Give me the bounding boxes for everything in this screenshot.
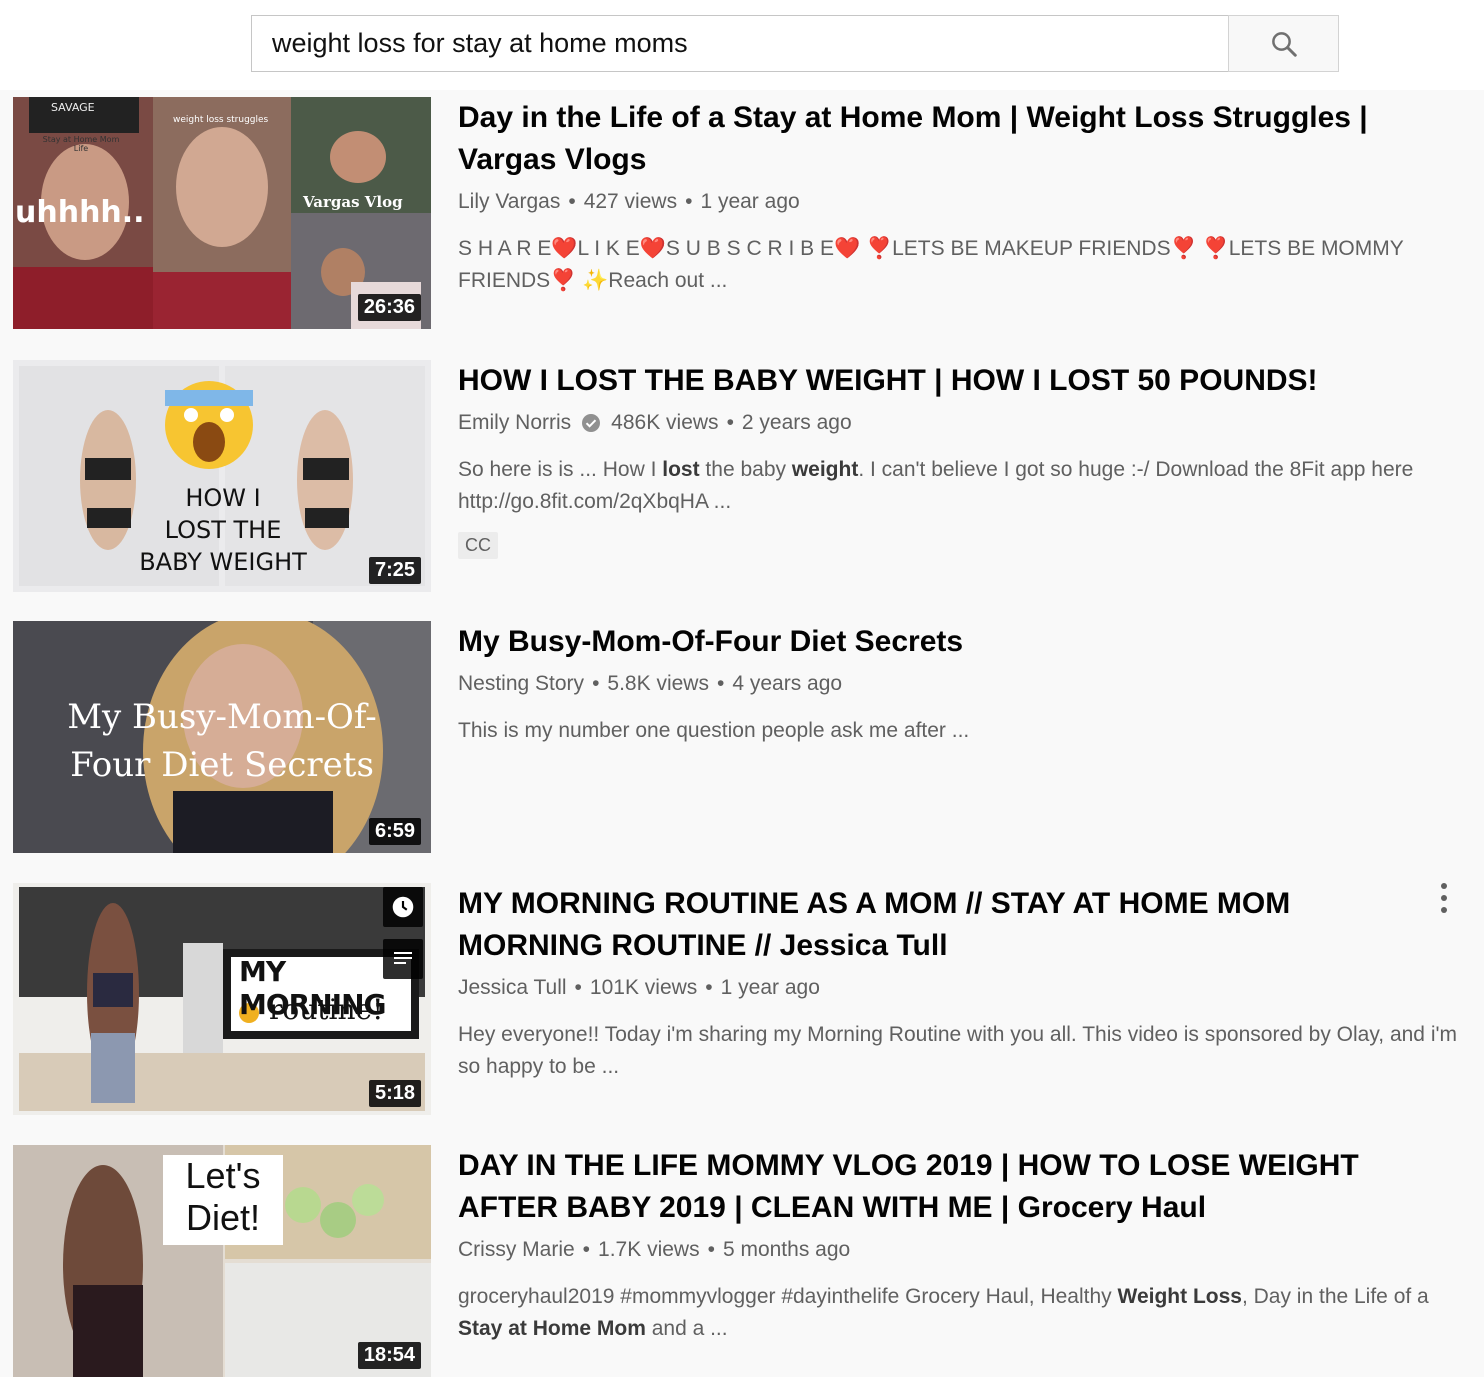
- video-thumbnail[interactable]: MY MORNING routine! 5:18: [13, 883, 431, 1115]
- thumbnail-caption: Stay at Home Mom Life: [42, 135, 120, 153]
- search-input[interactable]: weight loss for stay at home moms: [251, 15, 1230, 72]
- more-vert-icon[interactable]: [1434, 883, 1454, 913]
- video-duration: 26:36: [357, 294, 421, 321]
- video-title[interactable]: My Busy-Mom-Of-Four Diet Secrets: [458, 621, 1468, 663]
- meta-separator: •: [685, 190, 693, 213]
- view-count: 101K views: [589, 976, 698, 999]
- search-icon: [1271, 31, 1297, 57]
- meta-separator: •: [726, 411, 734, 434]
- channel-name[interactable]: Emily Norris: [458, 408, 571, 438]
- closed-captions-badge: CC: [458, 532, 498, 559]
- video-info: MY MORNING ROUTINE AS A MOM // STAY AT H…: [458, 883, 1468, 1083]
- thumbnail-caption: My Busy-Mom-Of- Four Diet Secrets: [67, 697, 377, 785]
- video-meta: Nesting Story • 5.8K views • 4 years ago: [458, 669, 1468, 699]
- video-info: Day in the Life of a Stay at Home Mom | …: [458, 97, 1468, 297]
- video-meta: Crissy Marie • 1.7K views • 5 months ago: [458, 1235, 1468, 1265]
- meta-separator: •: [705, 976, 713, 999]
- video-info: My Busy-Mom-Of-Four Diet Secrets Nesting…: [458, 621, 1468, 747]
- video-description: This is my number one question people as…: [458, 719, 970, 742]
- video-thumbnail[interactable]: My Busy-Mom-Of- Four Diet Secrets 6:59: [13, 621, 431, 853]
- meta-separator: •: [574, 976, 582, 999]
- video-title[interactable]: HOW I LOST THE BABY WEIGHT | HOW I LOST …: [458, 360, 1468, 402]
- video-duration: 18:54: [357, 1342, 421, 1369]
- video-description: So here is is ... How I lost the baby we…: [458, 458, 1414, 513]
- view-count: 5.8K views: [607, 672, 709, 695]
- video-duration: 7:25: [368, 557, 421, 584]
- watch-later-icon: [392, 896, 414, 918]
- video-description: Hey everyone!! Today i'm sharing my Morn…: [458, 1023, 1457, 1078]
- channel-name[interactable]: Nesting Story: [458, 669, 584, 699]
- meta-separator: •: [716, 672, 725, 695]
- video-duration: 6:59: [368, 818, 421, 845]
- video-description: groceryhaul2019 #mommyvlogger #dayinthel…: [458, 1285, 1429, 1340]
- view-count: 1.7K views: [598, 1238, 700, 1261]
- meta-separator: •: [592, 672, 600, 695]
- upload-age: 1 year ago: [720, 976, 820, 999]
- upload-age: 1 year ago: [700, 190, 800, 213]
- video-info: HOW I LOST THE BABY WEIGHT | HOW I LOST …: [458, 360, 1468, 559]
- channel-name[interactable]: Lily Vargas: [458, 187, 560, 217]
- thumbnail-caption: SAVAGE: [51, 101, 95, 114]
- video-meta: Jessica Tull • 101K views • 1 year ago: [458, 973, 1468, 1003]
- watch-later-button[interactable]: [383, 887, 423, 927]
- video-info: DAY IN THE LIFE MOMMY VLOG 2019 | HOW TO…: [458, 1145, 1468, 1345]
- meta-separator: •: [582, 1238, 591, 1261]
- upload-age: 4 years ago: [732, 672, 843, 695]
- video-duration: 5:18: [368, 1080, 421, 1107]
- video-meta: Emily Norris 486K views • 2 years ago: [458, 408, 1468, 438]
- thumbnail-caption: Vargas Vlog: [303, 193, 403, 211]
- video-meta: Lily Vargas • 427 views • 1 year ago: [458, 187, 1468, 217]
- video-thumbnail[interactable]: HOW I LOST THE BABY WEIGHT 7:25: [13, 360, 431, 592]
- video-title[interactable]: MY MORNING ROUTINE AS A MOM // STAY AT H…: [458, 883, 1388, 967]
- thumbnail-caption: weight loss struggles: [173, 115, 269, 125]
- thumbnail-caption: routine!: [269, 993, 384, 1026]
- video-thumbnail[interactable]: uhhhh.. SAVAGE Stay at Home Mom Life wei…: [13, 97, 431, 329]
- add-to-queue-button[interactable]: [383, 939, 423, 979]
- top-bar: weight loss for stay at home moms: [0, 0, 1484, 90]
- verified-check-icon: [582, 414, 601, 432]
- thumbnail-caption: uhhhh..: [15, 195, 145, 230]
- video-title[interactable]: Day in the Life of a Stay at Home Mom | …: [458, 97, 1468, 181]
- view-count: 427 views: [583, 190, 678, 213]
- view-count: 486K views: [611, 411, 719, 434]
- thumbnail-caption: HOW I LOST THE BABY WEIGHT: [139, 484, 307, 576]
- search-query-text: weight loss for stay at home moms: [272, 28, 688, 58]
- meta-separator: •: [568, 190, 576, 213]
- video-description: S H A R E❤️L I K E❤️S U B S C R I B E❤️ …: [458, 237, 1404, 292]
- video-title[interactable]: DAY IN THE LIFE MOMMY VLOG 2019 | HOW TO…: [458, 1145, 1418, 1229]
- search-button[interactable]: [1228, 15, 1339, 72]
- upload-age: 2 years ago: [741, 411, 852, 434]
- add-to-queue-icon: [394, 952, 412, 964]
- upload-age: 5 months ago: [722, 1238, 851, 1261]
- meta-separator: •: [707, 1238, 715, 1261]
- video-thumbnail[interactable]: Let's Diet! 18:54: [13, 1145, 431, 1377]
- channel-name[interactable]: Jessica Tull: [458, 973, 567, 1003]
- thumbnail-caption: Let's Diet!: [185, 1155, 261, 1238]
- channel-name[interactable]: Crissy Marie: [458, 1235, 575, 1265]
